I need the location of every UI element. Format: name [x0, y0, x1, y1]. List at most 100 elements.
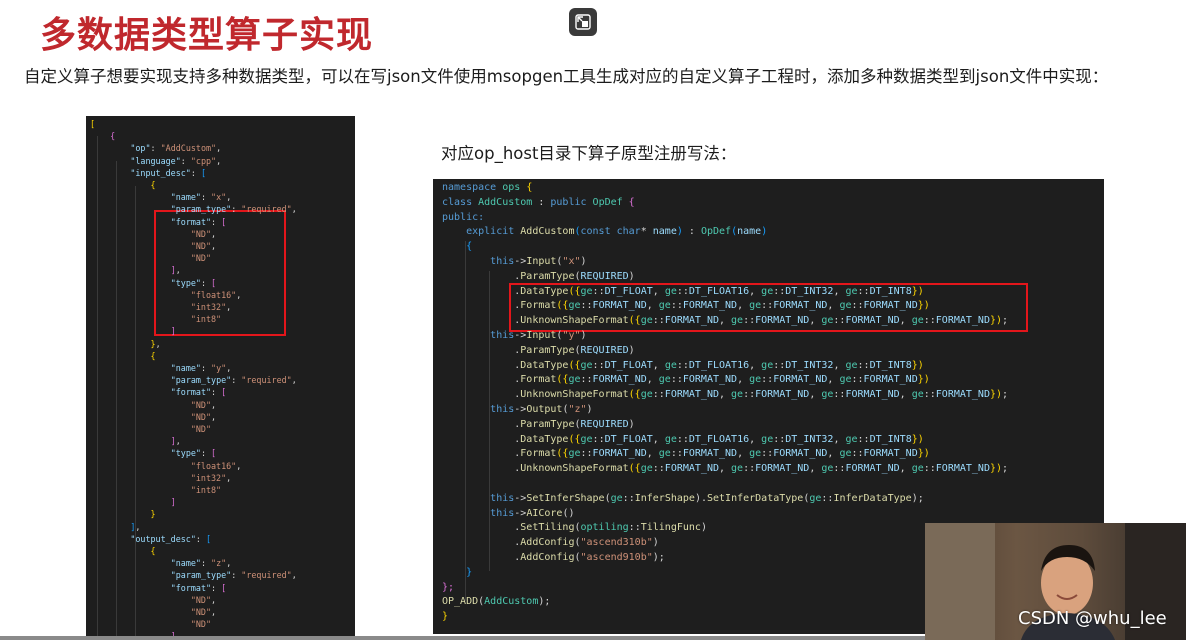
code-line: ] — [90, 496, 176, 508]
code-token: * — [640, 226, 653, 238]
code-line: "float16", — [90, 289, 241, 301]
code-token: :: — [580, 374, 593, 386]
code-token: DT_INT8 — [869, 285, 912, 297]
code-token: "ascend910b" — [580, 552, 653, 563]
code-token: ge — [821, 463, 834, 475]
code-token: :: — [857, 285, 870, 297]
code-line: }, — [90, 338, 161, 350]
code-token: :: — [851, 448, 864, 460]
code-token: this — [490, 256, 515, 267]
code-token: , — [236, 460, 242, 471]
code-token: ) — [628, 270, 635, 282]
code-token: : — [211, 216, 222, 227]
code-token: DT_INT8 — [869, 433, 912, 445]
code-token: ) — [700, 522, 707, 534]
code-line: }; — [442, 581, 454, 596]
code-token: , — [652, 359, 665, 371]
code-token: "AddCustom" — [160, 143, 217, 154]
code-token: , — [827, 448, 840, 460]
code-line: .UnknownShapeFormat({ge::FORMAT_ND, ge::… — [442, 388, 1008, 403]
code-token: UnknownShapeFormat — [520, 315, 629, 327]
code-token: }) — [917, 448, 930, 460]
restore-window-button[interactable] — [569, 8, 597, 36]
code-token: "ND" — [190, 607, 212, 617]
code-token: , — [899, 389, 912, 401]
code-token: , — [646, 448, 659, 460]
code-token: : — [200, 558, 212, 569]
code-line: "param_type": "required", — [90, 374, 297, 386]
code-token: "ascend310b" — [580, 537, 653, 549]
code-token: :: — [670, 448, 683, 460]
bottom-scrollbar[interactable] — [0, 636, 925, 640]
json-code-panel: [ { "op": "AddCustom", "language": "cpp"… — [86, 116, 355, 640]
code-token: , — [646, 300, 659, 312]
code-token: ge — [580, 359, 593, 371]
code-token: :: — [761, 374, 774, 386]
code-token: , — [809, 389, 822, 401]
code-token: [ — [206, 533, 212, 544]
code-token: ge — [911, 315, 924, 327]
code-token: :: — [676, 433, 689, 445]
code-line: [ — [90, 118, 95, 130]
code-token: { — [526, 182, 533, 193]
code-line: OP_ADD(AddCustom); — [442, 595, 550, 610]
code-token: ] — [170, 497, 176, 508]
code-token: , — [291, 570, 297, 581]
code-token: Format — [520, 300, 557, 312]
code-token: ge — [731, 389, 744, 401]
code-line: "int8" — [90, 313, 221, 325]
code-token: -> — [514, 507, 527, 519]
code-token: ) — [761, 226, 768, 238]
code-token: public — [550, 196, 593, 208]
code-line: "float16", — [90, 460, 241, 472]
slide-description: 自定义算子想要实现支持多种数据类型，可以在写json文件使用msopgen工具生… — [24, 67, 1109, 86]
code-token: ge — [664, 359, 677, 371]
code-token: } — [466, 566, 473, 578]
code-token: "name" — [170, 558, 201, 569]
code-token: "language" — [130, 155, 181, 166]
code-token: ge — [749, 374, 762, 386]
code-token: AddConfig — [520, 537, 575, 549]
code-token: ({ — [556, 448, 569, 460]
code-token: Format — [520, 448, 557, 460]
code-token: "ND" — [190, 594, 212, 605]
code-token: , — [809, 315, 822, 327]
code-token: ge — [761, 359, 774, 371]
code-token: , — [749, 433, 762, 445]
code-token: ({ — [568, 285, 581, 297]
code-token: FORMAT_ND — [845, 315, 900, 327]
code-token: AICore — [526, 507, 563, 519]
code-token: . — [442, 315, 521, 327]
code-token: [ — [90, 119, 96, 129]
code-line: .UnknownShapeFormat({ge::FORMAT_ND, ge::… — [442, 314, 1008, 329]
code-token: : — [200, 363, 212, 373]
code-token: ge — [658, 374, 671, 386]
code-token: , — [211, 399, 217, 410]
code-token: DataType — [520, 285, 569, 297]
code-token: :: — [761, 300, 774, 312]
code-token: ge — [640, 463, 653, 475]
code-token: :: — [580, 300, 593, 312]
csdn-watermark: CSDN @whu_lee — [1018, 608, 1167, 629]
code-token: FORMAT_ND — [755, 389, 810, 401]
code-token: ge — [761, 433, 774, 445]
code-token: "int32" — [190, 302, 227, 312]
code-line: .ParamType(REQUIRED) — [442, 344, 634, 359]
code-token: "x" — [211, 192, 227, 203]
code-token: ({ — [628, 463, 641, 475]
code-line: { — [90, 179, 156, 191]
code-line: .DataType({ge::DT_FLOAT, ge::DT_FLOAT16,… — [442, 285, 924, 300]
code-token: "y" — [562, 330, 581, 341]
code-token: "cpp" — [190, 155, 217, 166]
code-token: -> — [514, 256, 527, 267]
code-token: :: — [833, 463, 846, 475]
